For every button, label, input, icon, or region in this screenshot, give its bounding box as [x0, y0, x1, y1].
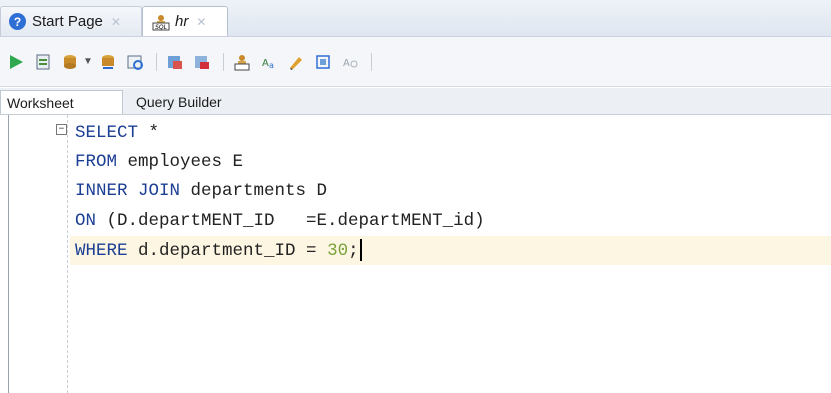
sql-text: departments D	[180, 181, 328, 201]
rollback-icon[interactable]	[96, 50, 120, 74]
svg-text:SQL: SQL	[155, 24, 167, 31]
sql-connection-icon: SQL	[152, 14, 170, 31]
collapse-icon[interactable]: −	[56, 124, 67, 135]
clear-icon[interactable]	[284, 50, 308, 74]
format-icon[interactable]	[311, 50, 335, 74]
run-statement-icon[interactable]	[4, 50, 28, 74]
sql-text: *	[138, 123, 160, 143]
sql-text: ;	[348, 241, 359, 261]
tab-query-builder[interactable]: Query Builder	[130, 90, 250, 114]
close-icon[interactable]: ✕	[111, 15, 121, 29]
sql-keyword: ON	[75, 211, 97, 231]
sql-keyword: SELECT	[75, 123, 139, 143]
worksheet-subtab-bar: Worksheet Query Builder	[0, 88, 831, 115]
svg-text:A: A	[262, 58, 269, 69]
gutter-border	[8, 115, 9, 393]
svg-text:A: A	[343, 58, 350, 69]
toolbar-separator	[370, 52, 372, 71]
help-icon: ?	[9, 13, 26, 30]
toolbar-separator	[155, 52, 157, 71]
chevron-down-icon[interactable]: ▼	[83, 56, 93, 67]
run-script-icon[interactable]	[31, 50, 55, 74]
tab-start-page[interactable]: ? Start Page ✕	[0, 6, 142, 36]
sql-keyword: WHERE	[75, 241, 128, 261]
sql-keyword: INNER JOIN	[75, 181, 181, 201]
sql-tuning-icon[interactable]	[190, 50, 214, 74]
svg-text:a: a	[269, 61, 274, 70]
code-line[interactable]: WHERE d.department_ID = 30;	[75, 237, 362, 265]
document-tab-bar: ? Start Page ✕ SQL hr ✕	[0, 0, 831, 37]
sql-keyword: FROM	[75, 152, 118, 172]
tab-label: hr	[175, 13, 189, 30]
sql-text: employees E	[117, 152, 244, 172]
explain-plan-icon[interactable]	[163, 50, 187, 74]
code-line[interactable]: FROM employees E	[75, 148, 243, 176]
toolbar-separator	[222, 52, 224, 71]
sql-text: (D.departMENT_ID =E.departMENT_id)	[96, 211, 485, 231]
sql-number: 30	[327, 241, 349, 261]
autotrace-icon[interactable]	[123, 50, 147, 74]
sql-editor[interactable]: − SELECT * FROM employees E INNER JOIN dep…	[0, 115, 831, 393]
worksheet-toolbar: ▼ Aa A	[0, 37, 831, 87]
code-line[interactable]: INNER JOIN departments D	[75, 177, 327, 205]
tab-worksheet[interactable]: Worksheet	[0, 90, 123, 114]
close-icon[interactable]: ✕	[196, 15, 206, 29]
text-caret	[359, 239, 362, 262]
tab-hr[interactable]: SQL hr ✕	[142, 6, 228, 36]
tab-label: Start Page	[32, 13, 103, 30]
code-line[interactable]: SELECT *	[75, 119, 159, 147]
sql-history-icon[interactable]	[230, 50, 254, 74]
sql-text: d.department_ID =	[127, 241, 328, 261]
find-icon[interactable]: A	[338, 50, 362, 74]
code-line[interactable]: ON (D.departMENT_ID =E.departMENT_id)	[75, 207, 485, 235]
fold-guide	[67, 115, 68, 393]
unshared-sql-icon[interactable]: Aa	[257, 50, 281, 74]
commit-icon[interactable]	[58, 50, 82, 74]
